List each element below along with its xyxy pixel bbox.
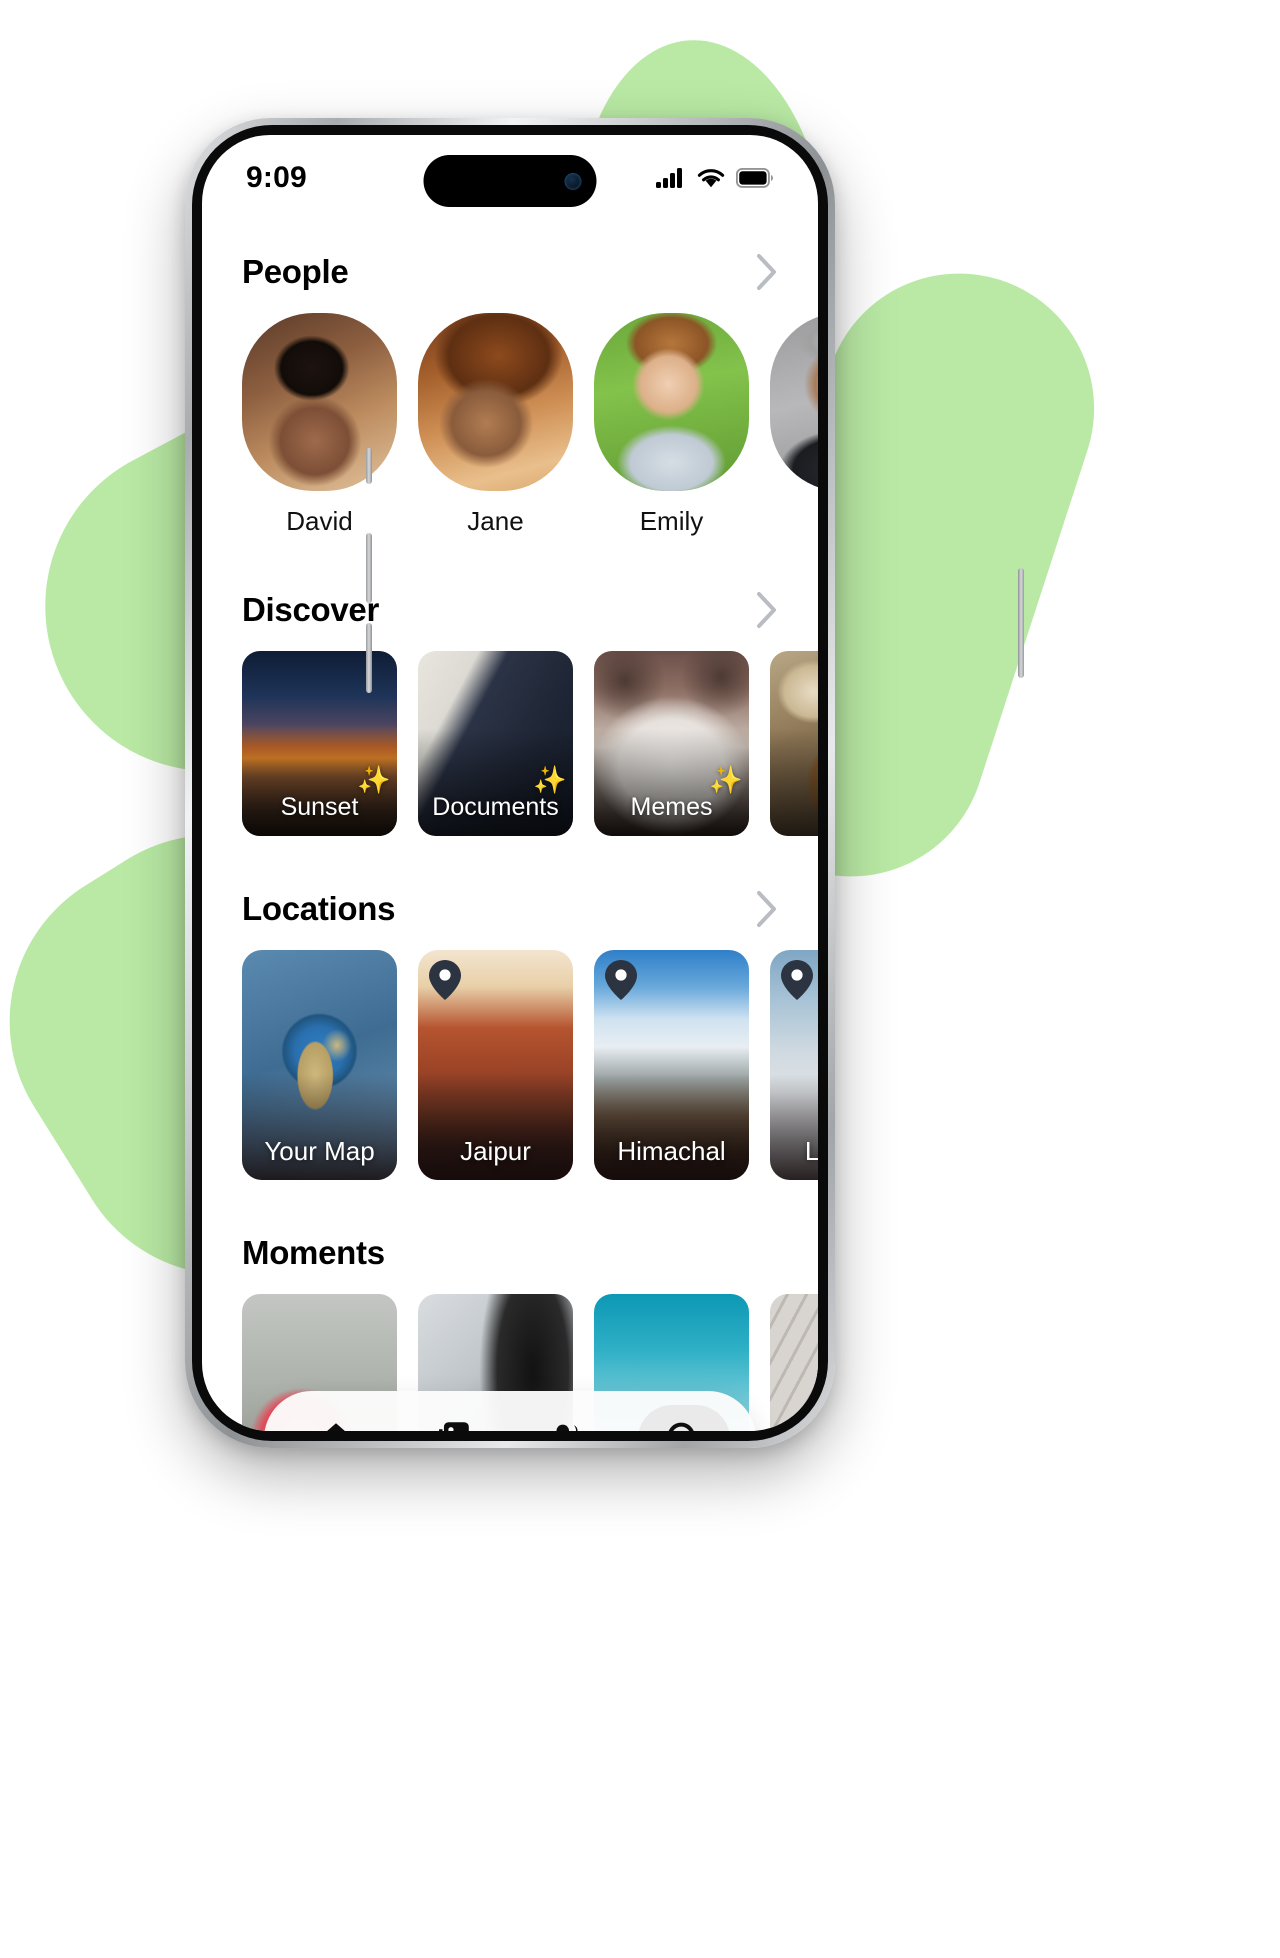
photo-library-icon [439, 1422, 469, 1431]
location-card-label: Himachal [617, 1136, 726, 1166]
section-discover: Discover ✨ Sunset ✨ Documents ✨ Memes [202, 591, 818, 836]
person-card[interactable]: Jane [418, 313, 573, 537]
search-icon [668, 1422, 694, 1431]
sparkles-icon: ✨ [533, 765, 567, 795]
person-name: Emily [639, 506, 704, 536]
chevron-right-icon[interactable] [756, 253, 778, 291]
people-icon [556, 1424, 578, 1431]
page-title-discover: Discover [242, 591, 380, 628]
avatar [594, 313, 749, 491]
person-card[interactable]: Emily [594, 313, 749, 537]
location-card-label: Your Map [264, 1136, 375, 1166]
locations-carousel[interactable]: Your Map Jaipur Himachal L [202, 950, 818, 1180]
section-header-discover: Discover [202, 591, 818, 629]
person-card[interactable]: David [242, 313, 397, 537]
nav-item-library[interactable] [406, 1405, 498, 1431]
location-card[interactable]: Your Map [242, 950, 397, 1180]
people-carousel[interactable]: David Jane Emily Papa [202, 313, 818, 537]
status-bar-time: 9:09 [246, 161, 307, 194]
location-card[interactable]: Jaipur [418, 950, 573, 1180]
dynamic-island [423, 155, 597, 207]
section-header-moments: Moments [202, 1234, 818, 1272]
nav-item-people[interactable] [522, 1405, 614, 1431]
location-card[interactable]: Ladakh [770, 950, 818, 1180]
person-card[interactable]: Papa [770, 313, 818, 537]
cellular-signal-icon [656, 168, 682, 188]
volume-up-button[interactable] [366, 533, 372, 603]
section-header-locations: Locations [202, 890, 818, 928]
sparkles-icon: ✨ [709, 765, 743, 795]
avatar [242, 313, 397, 491]
nav-item-search[interactable] [638, 1405, 730, 1431]
phone-screen: 9:09 People David Jane Emily Discover ✨ … [202, 135, 818, 1431]
location-card[interactable]: Himachal [594, 950, 749, 1180]
chevron-right-icon[interactable] [756, 591, 778, 629]
moment-card[interactable] [770, 1294, 818, 1431]
page-title-moments: Moments [242, 1234, 385, 1271]
person-name: David [286, 506, 353, 536]
map-pin-icon [605, 960, 637, 1000]
location-card-label: Ladakh [804, 1136, 818, 1166]
page-title-locations: Locations [242, 890, 396, 927]
section-locations: Locations Your Map Jaipur Himachal L [202, 890, 818, 1180]
discover-card-label: Food [770, 793, 818, 822]
sparkles-icon: ✨ [357, 765, 391, 795]
power-button[interactable] [1018, 568, 1024, 678]
discover-card-label: Memes [630, 793, 713, 821]
home-icon [327, 1423, 345, 1431]
discover-card[interactable]: Food [770, 651, 818, 836]
discover-card[interactable]: ✨ Documents [418, 651, 573, 836]
status-bar-indicators [656, 167, 774, 189]
front-camera-icon [564, 172, 582, 190]
section-people: People David Jane Emily [202, 253, 818, 537]
chevron-right-icon[interactable] [756, 890, 778, 928]
map-pin-icon [781, 960, 813, 1000]
discover-carousel[interactable]: ✨ Sunset ✨ Documents ✨ Memes [202, 651, 818, 836]
page-title-people: People [242, 253, 349, 290]
nav-item-home[interactable] [290, 1405, 382, 1431]
map-pin-icon [429, 960, 461, 1000]
status-bar: 9:09 [202, 135, 818, 207]
person-name: Jane [467, 506, 524, 536]
scroll-content[interactable]: People David Jane Emily Discover ✨ Sunse… [202, 253, 818, 1431]
phone-mockup: 9:09 People David Jane Emily Discover ✨ … [185, 118, 1024, 1448]
volume-down-button[interactable] [366, 623, 372, 693]
location-card-label: Jaipur [460, 1136, 531, 1166]
avatar [418, 313, 573, 491]
battery-full-icon [736, 168, 773, 188]
person-name: Papa [770, 506, 818, 537]
wifi-icon [697, 168, 725, 187]
discover-card[interactable]: ✨ Sunset [242, 651, 397, 836]
silent-switch-button[interactable] [366, 448, 372, 484]
discover-card[interactable]: ✨ Memes [594, 651, 749, 836]
discover-card-label: Documents [432, 793, 559, 821]
avatar [770, 313, 818, 491]
discover-card-label: Sunset [280, 793, 359, 821]
section-header-people: People [202, 253, 818, 291]
bottom-navigation-bar [264, 1391, 756, 1431]
